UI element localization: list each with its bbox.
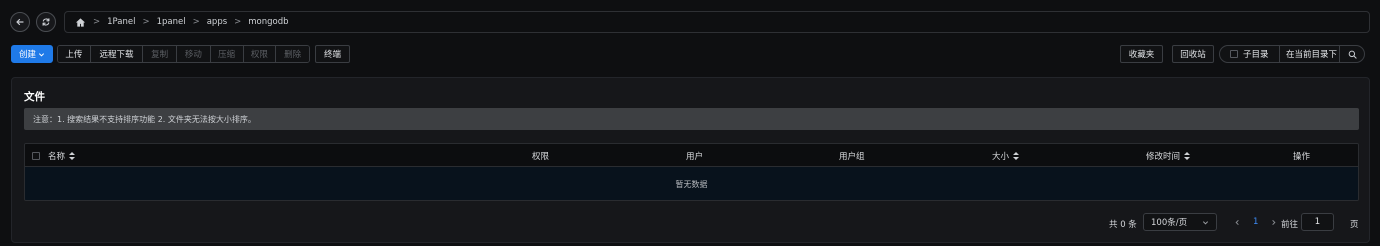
arrow-left-icon (16, 18, 24, 26)
column-group-label: 用户组 (839, 151, 865, 162)
page-suffix: 页 (1350, 220, 1359, 230)
search-bar: 子目录 在当前目录下 (1219, 45, 1365, 63)
column-actions-label: 操作 (1293, 151, 1311, 162)
column-user-label: 用户 (686, 151, 704, 162)
column-modified-time-label: 修改时间 (1146, 151, 1181, 162)
column-permission-label: 权限 (532, 151, 550, 162)
column-modified-time[interactable]: 修改时间 (1146, 144, 1191, 167)
sort-icon[interactable] (1013, 151, 1020, 160)
file-table: 名称 权限 用户 用户组 大小 修改时间 操作 暂无数据 (24, 143, 1359, 201)
subdirectory-checkbox-box[interactable] (1230, 50, 1238, 58)
breadcrumb-item-mongodb[interactable]: mongodb (248, 17, 288, 27)
pagination-total: 共 0 条 (1109, 220, 1137, 230)
chevron-left-icon (1235, 219, 1239, 225)
goto-page-input[interactable]: 1 (1301, 213, 1334, 231)
sort-icon[interactable] (1184, 151, 1191, 160)
table-empty: 暂无数据 (25, 167, 1358, 200)
column-size-label: 大小 (992, 151, 1010, 162)
column-size[interactable]: 大小 (992, 144, 1020, 167)
terminal-button[interactable]: 终端 (315, 45, 350, 63)
delete-button[interactable]: 删除 (276, 46, 309, 62)
refresh-button[interactable] (36, 12, 56, 32)
breadcrumb-separator: > (93, 17, 101, 27)
move-button[interactable]: 移动 (177, 46, 211, 62)
recycle-bin-button[interactable]: 回收站 (1172, 45, 1214, 63)
breadcrumb-item-apps[interactable]: apps (207, 17, 227, 27)
remote-download-button[interactable]: 远程下载 (90, 46, 144, 62)
file-actions-group: 上传 远程下载 复制 移动 压缩 权限 删除 (57, 45, 310, 63)
chevron-down-icon (38, 52, 45, 56)
page-size-select[interactable]: 100条/页 (1143, 213, 1217, 231)
permission-button[interactable]: 权限 (243, 46, 277, 62)
chevron-down-icon (1202, 220, 1209, 224)
search-icon (1348, 50, 1357, 59)
page-title: 文件 (24, 91, 45, 103)
copy-button[interactable]: 复制 (143, 46, 178, 62)
column-name[interactable]: 名称 (48, 144, 76, 167)
breadcrumb-separator: > (192, 17, 200, 27)
upload-button[interactable]: 上传 (58, 46, 91, 62)
column-group: 用户组 (839, 144, 865, 167)
breadcrumb-separator: > (142, 17, 150, 27)
column-name-label: 名称 (48, 151, 66, 162)
breadcrumb-item-1panel-root[interactable]: 1Panel (107, 17, 135, 27)
search-input[interactable]: 在当前目录下 (1280, 46, 1340, 62)
chevron-right-icon (1272, 219, 1276, 225)
page-number-current[interactable]: 1 (1253, 213, 1258, 231)
page-size-value: 100条/页 (1151, 218, 1188, 228)
create-button-label: 创建 (18, 50, 36, 60)
breadcrumb-separator: > (234, 17, 242, 27)
subdirectory-checkbox[interactable]: 子目录 (1220, 46, 1280, 62)
next-page-button[interactable] (1270, 213, 1277, 231)
home-icon[interactable] (75, 17, 86, 28)
refresh-icon (42, 18, 50, 26)
empty-text: 暂无数据 (675, 179, 708, 189)
table-header: 名称 权限 用户 用户组 大小 修改时间 操作 (25, 144, 1358, 167)
file-panel: 文件 注意：1. 搜索结果不支持排序功能 2. 文件夹无法按大小排序。 名称 权… (11, 77, 1370, 243)
column-actions: 操作 (1293, 144, 1310, 167)
compress-button[interactable]: 压缩 (210, 46, 244, 62)
back-button[interactable] (10, 12, 30, 32)
subdirectory-label: 子目录 (1243, 50, 1269, 60)
sort-icon[interactable] (69, 151, 76, 160)
search-notice: 注意：1. 搜索结果不支持排序功能 2. 文件夹无法按大小排序。 (24, 108, 1359, 130)
goto-label: 前往 (1281, 220, 1299, 230)
column-user: 用户 (686, 144, 703, 167)
search-button[interactable] (1340, 46, 1364, 62)
column-permission: 权限 (532, 144, 549, 167)
breadcrumb-item-1panel[interactable]: 1panel (157, 17, 186, 27)
select-all-checkbox[interactable] (32, 144, 40, 167)
create-button[interactable]: 创建 (11, 45, 53, 63)
favorites-button[interactable]: 收藏夹 (1120, 45, 1163, 63)
path-breadcrumb[interactable]: > 1Panel > 1panel > apps > mongodb (64, 11, 1370, 33)
prev-page-button[interactable] (1234, 213, 1241, 231)
